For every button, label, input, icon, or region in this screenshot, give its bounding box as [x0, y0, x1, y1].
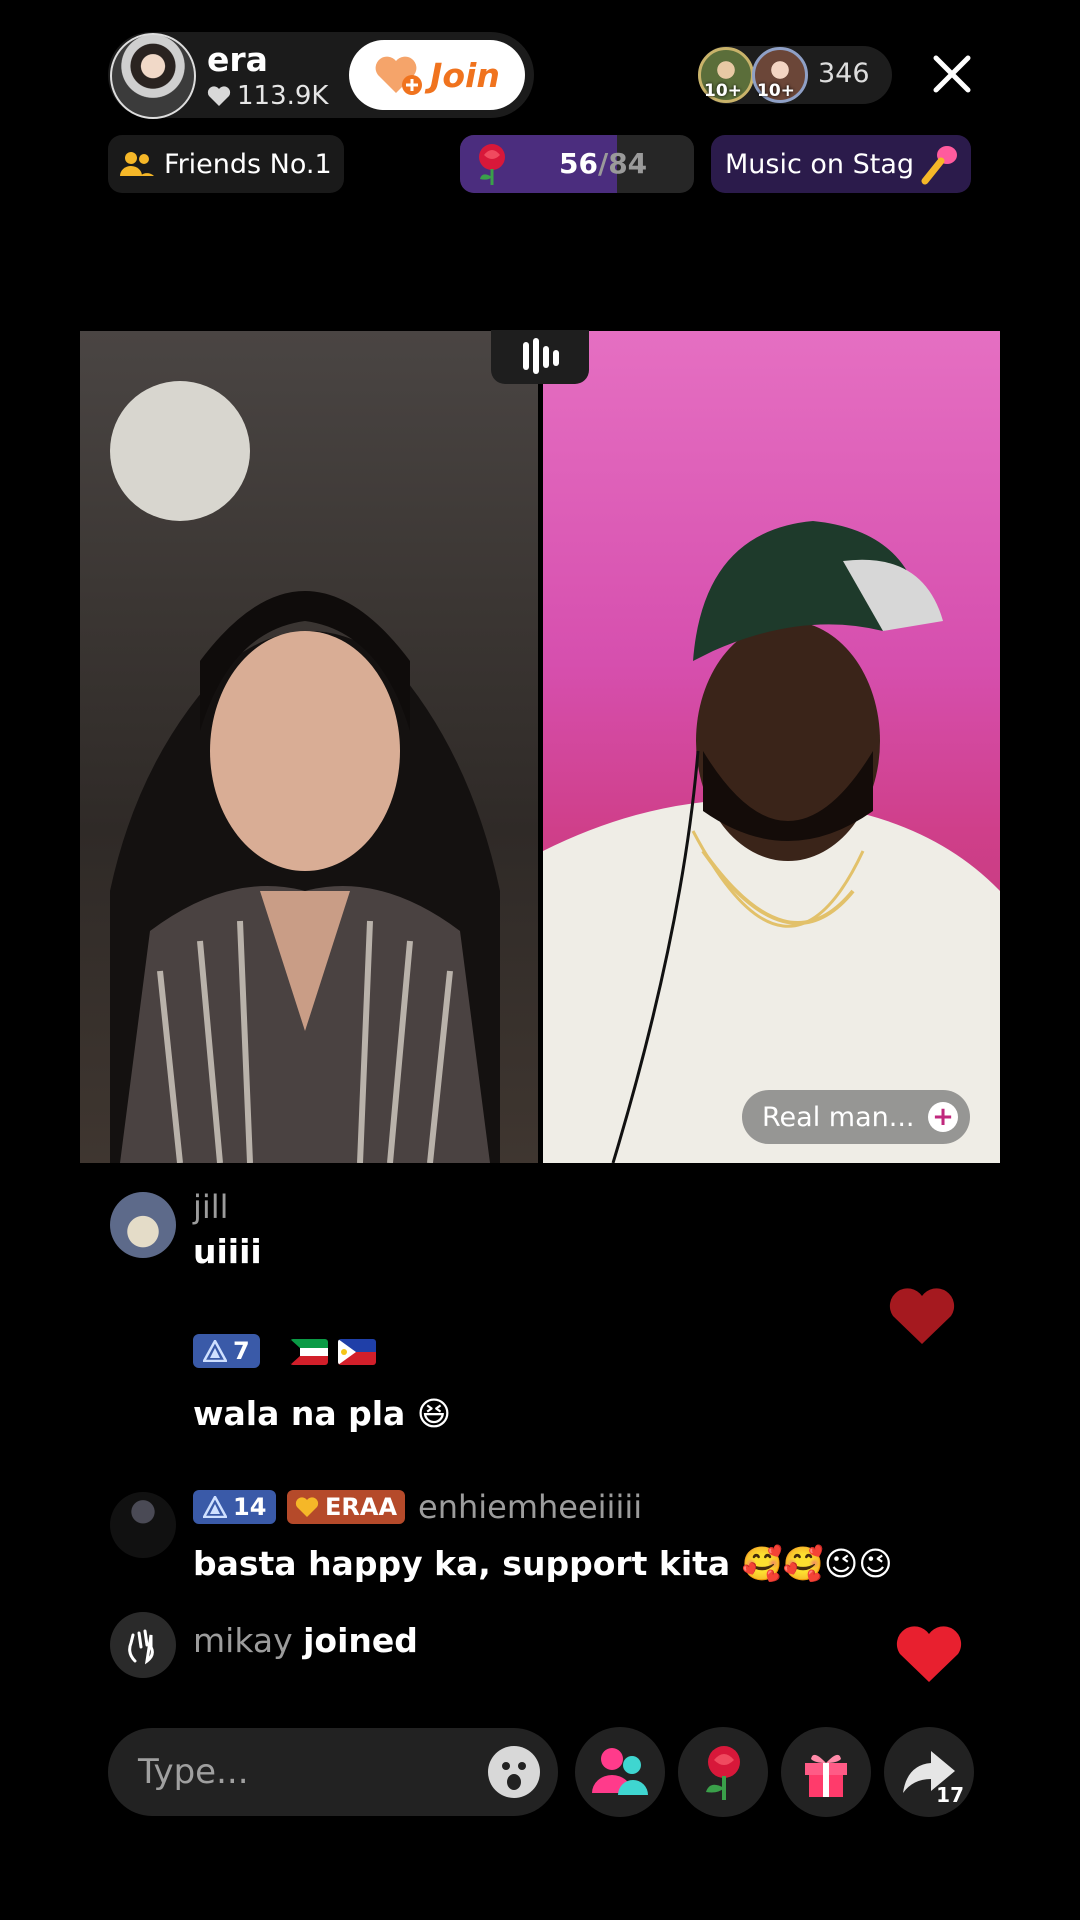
level-number: 14	[233, 1493, 267, 1521]
music-on-stage-label: Music on Stag	[725, 148, 915, 180]
level-number: 7	[233, 1337, 250, 1365]
like-heart-icon[interactable]	[895, 1626, 963, 1688]
rose-icon	[706, 1746, 740, 1800]
host-video-left[interactable]	[80, 331, 538, 1163]
friends-rank-label: Friends No.1	[164, 148, 332, 180]
gift-icon	[805, 1754, 847, 1797]
host-likes: 113.9K	[207, 81, 328, 111]
fan-club-label: ERAA	[325, 1493, 398, 1521]
rose-icon	[479, 144, 505, 185]
join-notice: mikay joined	[193, 1621, 418, 1660]
guest-video-scene	[543, 521, 1000, 1163]
people-add-icon	[592, 1748, 648, 1795]
chat-avatar-enhiemheeiiiii[interactable]	[110, 1492, 176, 1558]
join-button[interactable]: Join	[349, 40, 525, 110]
chat-username[interactable]: jill	[193, 1188, 229, 1226]
chat-username[interactable]: mikay	[193, 1621, 293, 1660]
friends-rank-pill[interactable]: Friends No.1	[108, 135, 344, 193]
host-video-scene	[110, 381, 500, 1163]
join-action: joined	[303, 1621, 418, 1660]
microphone-icon	[921, 146, 957, 185]
heart-icon	[207, 86, 231, 106]
triangle-level-icon	[203, 1340, 227, 1362]
share-button[interactable]: 17	[884, 1727, 974, 1817]
viewer-rank-badge-2: 10+	[757, 81, 795, 101]
guest-video-right[interactable]	[543, 331, 1000, 1163]
close-icon[interactable]	[930, 52, 974, 96]
philippines-flag-icon	[338, 1339, 376, 1365]
share-count: 17	[936, 1783, 964, 1807]
chat-message: wala na pla 😆	[193, 1394, 452, 1433]
fan-heart-icon	[295, 1497, 319, 1517]
triangle-level-icon	[203, 1496, 227, 1518]
chat-avatar-jill[interactable]	[110, 1192, 176, 1258]
music-on-stage-pill[interactable]: Music on Stag	[711, 135, 971, 193]
emoji-icon[interactable]	[486, 1744, 542, 1800]
host-avatar[interactable]	[110, 33, 196, 119]
chat-message: uiiii	[193, 1232, 262, 1271]
host-name[interactable]: era	[207, 40, 268, 79]
chat-username[interactable]: enhiemheeiiiii	[418, 1488, 642, 1526]
level-badge: 7	[193, 1334, 260, 1368]
comment-input-placeholder: Type...	[138, 1752, 249, 1792]
kuwait-flag-icon	[290, 1339, 328, 1365]
level-badge: 14	[193, 1490, 277, 1524]
wave-hand-icon	[110, 1612, 176, 1678]
host-likes-count: 113.9K	[237, 81, 329, 111]
floating-heart-icon	[888, 1288, 956, 1350]
comment-input[interactable]: Type...	[108, 1728, 558, 1816]
viewer-count[interactable]: 346	[818, 58, 870, 89]
rose-total: /84	[597, 147, 648, 180]
rose-goal-text: 56/84	[559, 147, 647, 180]
plus-icon[interactable]: +	[928, 1102, 958, 1132]
heart-plus-icon	[374, 53, 424, 97]
guest-tag-label: Real man...	[762, 1101, 915, 1133]
join-label: Join	[430, 55, 500, 95]
guest-tag-pill[interactable]: Real man... +	[742, 1090, 970, 1144]
chat-message: basta happy ka, support kita 🥰🥰😉😉	[193, 1544, 893, 1583]
invite-guest-button[interactable]	[575, 1727, 665, 1817]
fan-club-badge: ERAA	[287, 1490, 406, 1524]
people-icon	[120, 152, 154, 176]
rose-gift-button[interactable]	[678, 1727, 768, 1817]
viewer-rank-badge-1: 10+	[704, 81, 742, 101]
audio-bars-icon	[523, 338, 559, 374]
rose-count: 56	[559, 147, 598, 180]
gift-button[interactable]	[781, 1727, 871, 1817]
audio-level-tab[interactable]	[491, 330, 589, 384]
rose-goal-progress[interactable]: 56/84	[460, 135, 694, 193]
